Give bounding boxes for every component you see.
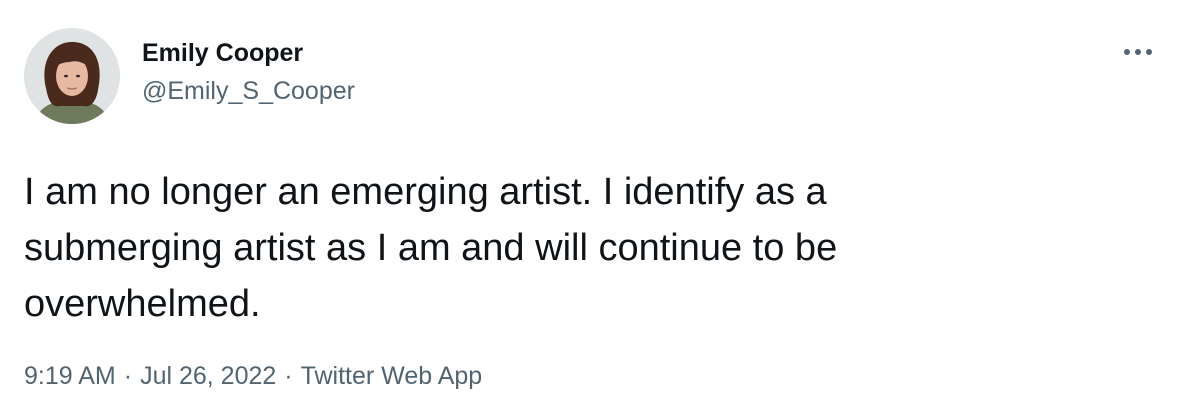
tweet-time: 9:19 AM bbox=[24, 362, 116, 390]
more-dot-icon bbox=[1135, 49, 1141, 55]
author-display-name[interactable]: Emily Cooper bbox=[142, 37, 355, 69]
tweet-source-link[interactable]: Twitter Web App bbox=[301, 362, 483, 390]
more-dot-icon bbox=[1146, 49, 1152, 55]
tweet-meta: 9:19 AM · Jul 26, 2022 · Twitter Web App bbox=[24, 360, 482, 392]
tweet-date: Jul 26, 2022 bbox=[140, 362, 277, 390]
tweet-time-link[interactable]: 9:19 AM · Jul 26, 2022 bbox=[24, 362, 276, 390]
meta-separator: · bbox=[123, 362, 133, 390]
more-dot-icon bbox=[1124, 49, 1130, 55]
tweet-header: Emily Cooper @Emily_S_Cooper bbox=[24, 28, 355, 124]
tweet-card: Emily Cooper @Emily_S_Cooper I am no lon… bbox=[0, 0, 1182, 420]
author-handle[interactable]: @Emily_S_Cooper bbox=[142, 75, 355, 107]
more-options-button[interactable] bbox=[1120, 40, 1156, 64]
tweet-text: I am no longer an emerging artist. I ide… bbox=[24, 171, 838, 325]
avatar-photo-icon bbox=[24, 28, 120, 124]
avatar[interactable] bbox=[24, 28, 120, 124]
meta-separator: · bbox=[284, 362, 293, 390]
author-names: Emily Cooper @Emily_S_Cooper bbox=[142, 37, 355, 107]
